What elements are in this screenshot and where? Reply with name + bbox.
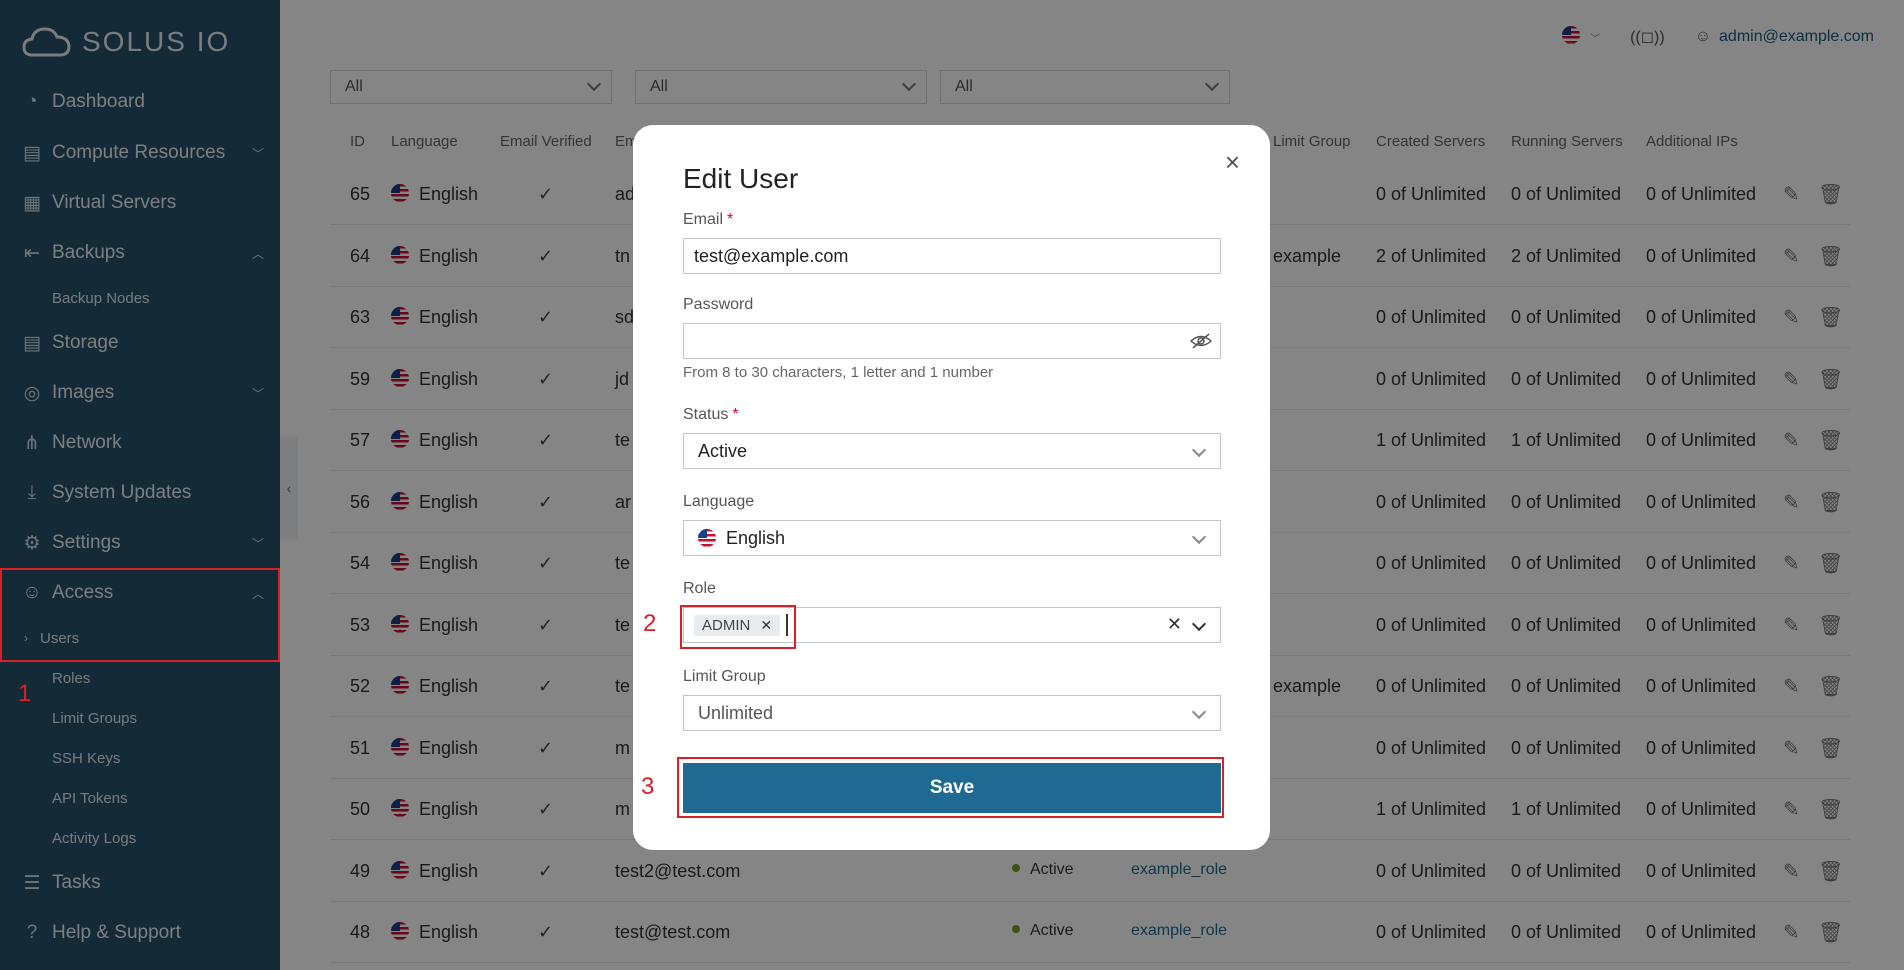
label-text: Email <box>683 211 724 228</box>
required-mark: * <box>732 406 739 423</box>
chevron-down-icon <box>1191 704 1207 720</box>
status-select[interactable]: Active <box>683 433 1221 469</box>
dialog-title: Edit User <box>683 163 799 194</box>
highlight-save-button <box>677 757 1224 818</box>
language-select[interactable]: English <box>683 520 1221 556</box>
email-field[interactable]: test@example.com <box>683 238 1221 274</box>
limit-group-value: Unlimited <box>698 702 774 723</box>
step-marker-2: 2 <box>643 610 657 637</box>
highlight-access-users <box>0 568 280 662</box>
label-text: Status <box>683 406 729 423</box>
chevron-down-icon <box>1191 529 1207 545</box>
highlight-role-chip <box>680 605 796 649</box>
required-mark: * <box>727 211 734 228</box>
status-label: Status * <box>683 406 739 424</box>
password-field[interactable] <box>683 323 1221 359</box>
password-hint: From 8 to 30 characters, 1 letter and 1 … <box>683 364 994 381</box>
clear-all-icon[interactable]: ✕ <box>1167 614 1182 635</box>
chevron-down-icon <box>1191 442 1207 458</box>
email-value: test@example.com <box>694 245 849 266</box>
status-value: Active <box>698 440 748 461</box>
role-label: Role <box>683 580 716 597</box>
chevron-down-icon[interactable] <box>1191 616 1207 632</box>
edit-user-dialog: × Edit User Email * test@example.com Pass… <box>633 125 1270 850</box>
step-marker-3: 3 <box>641 773 655 800</box>
language-label: Language <box>683 493 755 510</box>
step-marker-1: 1 <box>18 680 32 707</box>
us-flag-icon <box>698 529 716 547</box>
limit-group-select[interactable]: Unlimited <box>683 695 1221 731</box>
limit-group-label: Limit Group <box>683 668 766 685</box>
close-icon[interactable]: × <box>1225 147 1240 178</box>
email-label: Email * <box>683 211 733 229</box>
password-label: Password <box>683 296 754 313</box>
language-value: English <box>726 527 786 548</box>
eye-off-icon[interactable] <box>1190 332 1212 350</box>
